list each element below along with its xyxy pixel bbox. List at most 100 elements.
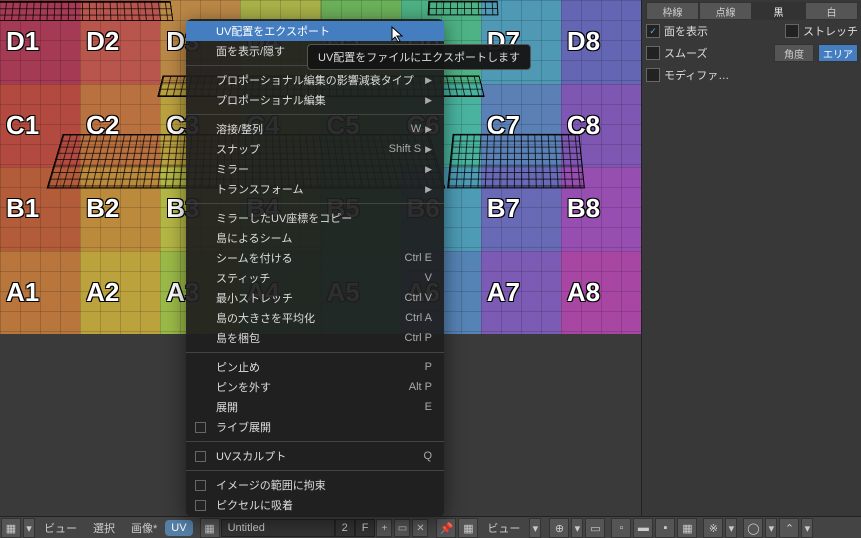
menu-shortcut: Ctrl A — [405, 312, 432, 324]
angle-button[interactable]: 角度 — [774, 44, 814, 62]
bottom-toolbar: ▦ ▾ ビュー 選択 画像* UV ▦ Untitled 2 F + ▭ ✕ 📌… — [0, 516, 861, 538]
menu-item-label: 面を表示/隠す — [216, 43, 285, 59]
menu-item-label: UV配置をエクスポート — [216, 23, 330, 39]
area-button[interactable]: エリア — [818, 44, 858, 62]
cursor-tool-icon[interactable]: ⊕ — [549, 518, 569, 538]
expand-icon[interactable]: ▾ — [23, 518, 35, 538]
menu-item[interactable]: 島によるシーム — [186, 228, 444, 248]
menu-item[interactable]: スティッチV — [186, 268, 444, 288]
fake-user-button[interactable]: F — [355, 519, 376, 537]
uv-mesh-wire — [428, 1, 499, 16]
menu-item-label: プロポーショナル編集 — [216, 92, 326, 108]
menu-item-label: 島によるシーム — [216, 230, 292, 246]
unlink-button[interactable]: ✕ — [412, 519, 428, 537]
img-icon[interactable]: ▦ — [458, 518, 478, 538]
menu-item[interactable]: UVスカルプト Q — [186, 446, 444, 466]
sync-icon[interactable]: ▭ — [585, 518, 605, 538]
white-button[interactable]: 白 — [805, 2, 858, 20]
show-faces-checkbox[interactable]: ✓ — [646, 24, 660, 38]
menu-separator — [186, 114, 444, 115]
uv-mesh-wire — [447, 134, 585, 188]
view-menu[interactable]: ビュー — [36, 517, 85, 538]
menu-separator — [186, 470, 444, 471]
grid-cell: A7 — [481, 251, 561, 335]
smooth-label: スムーズ — [664, 45, 707, 61]
menu-checkbox — [195, 500, 206, 511]
image-name-field[interactable]: Untitled — [221, 519, 335, 537]
menu-item[interactable]: 展開E — [186, 397, 444, 417]
menu-item[interactable]: シームを付けるCtrl E — [186, 248, 444, 268]
submenu-arrow-icon: ▶ — [425, 184, 432, 195]
menu-separator — [186, 352, 444, 353]
dropdown-icon[interactable]: ▾ — [529, 518, 541, 538]
dropdown-icon[interactable]: ▾ — [801, 518, 813, 538]
menu-separator — [186, 203, 444, 204]
menu-item[interactable]: トランスフォーム ▶ — [186, 179, 444, 199]
menu-item-label: ピンを外す — [216, 379, 271, 395]
view-mode[interactable]: ビュー — [479, 517, 528, 538]
menu-item[interactable]: ピンを外す Alt P — [186, 377, 444, 397]
menu-item-label: ピクセルに吸着 — [216, 497, 293, 513]
outline-button[interactable]: 枠線 — [646, 2, 699, 20]
select-menu[interactable]: 選択 — [85, 517, 123, 538]
menu-item-label: トランスフォーム — [216, 181, 303, 197]
pin-icon[interactable]: 📌 — [436, 518, 456, 538]
grid-cell: A8 — [561, 251, 641, 335]
editor-type-icon[interactable]: ▦ — [1, 518, 21, 538]
menu-item-label: UVスカルプト — [216, 448, 286, 464]
menu-shortcut: Ctrl E — [405, 252, 433, 264]
menu-shortcut: V — [425, 272, 432, 284]
tooltip: UV配置をファイルにエクスポートします — [307, 44, 531, 70]
dropdown-icon[interactable]: ▾ — [765, 518, 777, 538]
open-button[interactable]: ▭ — [394, 519, 410, 537]
uv-menu-active[interactable]: UV — [165, 520, 192, 536]
falloff-icon[interactable]: ⌃ — [779, 518, 799, 538]
menu-item[interactable]: 島の大きさを平均化Ctrl A — [186, 308, 444, 328]
black-button[interactable]: 黒 — [752, 2, 805, 20]
modifier-checkbox[interactable] — [646, 68, 660, 82]
dash-button[interactable]: 点線 — [699, 2, 752, 20]
menu-item[interactable]: イメージの範囲に拘束 — [186, 475, 444, 495]
menu-item[interactable]: プロポーショナル編集▶ — [186, 90, 444, 110]
add-button[interactable]: + — [376, 519, 392, 537]
menu-item[interactable]: ミラー▶ — [186, 159, 444, 179]
menu-shortcut: P — [425, 361, 432, 373]
menu-item[interactable]: 最小ストレッチ Ctrl V — [186, 288, 444, 308]
menu-item[interactable]: プロポーショナル編集の影響減衰タイプ▶ — [186, 70, 444, 90]
submenu-arrow-icon: ▶ — [425, 144, 432, 155]
edge-select-icon[interactable]: ▬ — [633, 518, 653, 538]
proportional-icon[interactable]: ◯ — [743, 518, 763, 538]
users-count[interactable]: 2 — [335, 519, 355, 537]
right-panel: 枠線 点線 黒 白 ✓ 面を表示 ストレッチ スムーズ 角度 エリア モディファ… — [641, 0, 861, 516]
dropdown-icon[interactable]: ▾ — [571, 518, 583, 538]
menu-item-label: 溶接/整列 — [216, 121, 263, 137]
menu-item[interactable]: UV配置をエクスポート — [186, 21, 444, 41]
menu-shortcut: Alt P — [409, 381, 432, 393]
modifier-label: モディファ… — [664, 67, 729, 83]
menu-shortcut: Q — [423, 450, 432, 462]
face-select-icon[interactable]: ▪ — [655, 518, 675, 538]
menu-shortcut: Ctrl V — [405, 292, 433, 304]
menu-item-label: イメージの範囲に拘束 — [216, 477, 326, 493]
show-faces-label: 面を表示 — [664, 23, 708, 39]
island-select-icon[interactable]: ▦ — [677, 518, 697, 538]
smooth-checkbox[interactable] — [646, 46, 660, 60]
snap-icon[interactable]: ※ — [703, 518, 723, 538]
menu-item-label: ライブ展開 — [216, 419, 271, 435]
image-icon[interactable]: ▦ — [200, 518, 220, 538]
menu-item-label: 最小ストレッチ — [216, 290, 293, 306]
vert-select-icon[interactable]: ▫ — [611, 518, 631, 538]
menu-item[interactable]: ライブ展開 — [186, 417, 444, 437]
menu-item[interactable]: ピン止め P — [186, 357, 444, 377]
menu-item[interactable]: ピクセルに吸着 — [186, 495, 444, 515]
menu-item[interactable]: 島を梱包Ctrl P — [186, 328, 444, 348]
dropdown-icon[interactable]: ▾ — [725, 518, 737, 538]
uv-context-menu[interactable]: UV配置をエクスポート面を表示/隠す▶プロポーショナル編集の影響減衰タイプ▶プロ… — [186, 19, 444, 517]
menu-item[interactable]: 溶接/整列W ▶ — [186, 119, 444, 139]
menu-item-label: ピン止め — [216, 359, 260, 375]
submenu-arrow-icon: ▶ — [425, 164, 432, 175]
menu-item[interactable]: スナップShift S ▶ — [186, 139, 444, 159]
menu-item[interactable]: ミラーしたUV座標をコピー — [186, 208, 444, 228]
image-menu[interactable]: 画像* — [123, 517, 165, 538]
stretch-checkbox[interactable] — [785, 24, 799, 38]
